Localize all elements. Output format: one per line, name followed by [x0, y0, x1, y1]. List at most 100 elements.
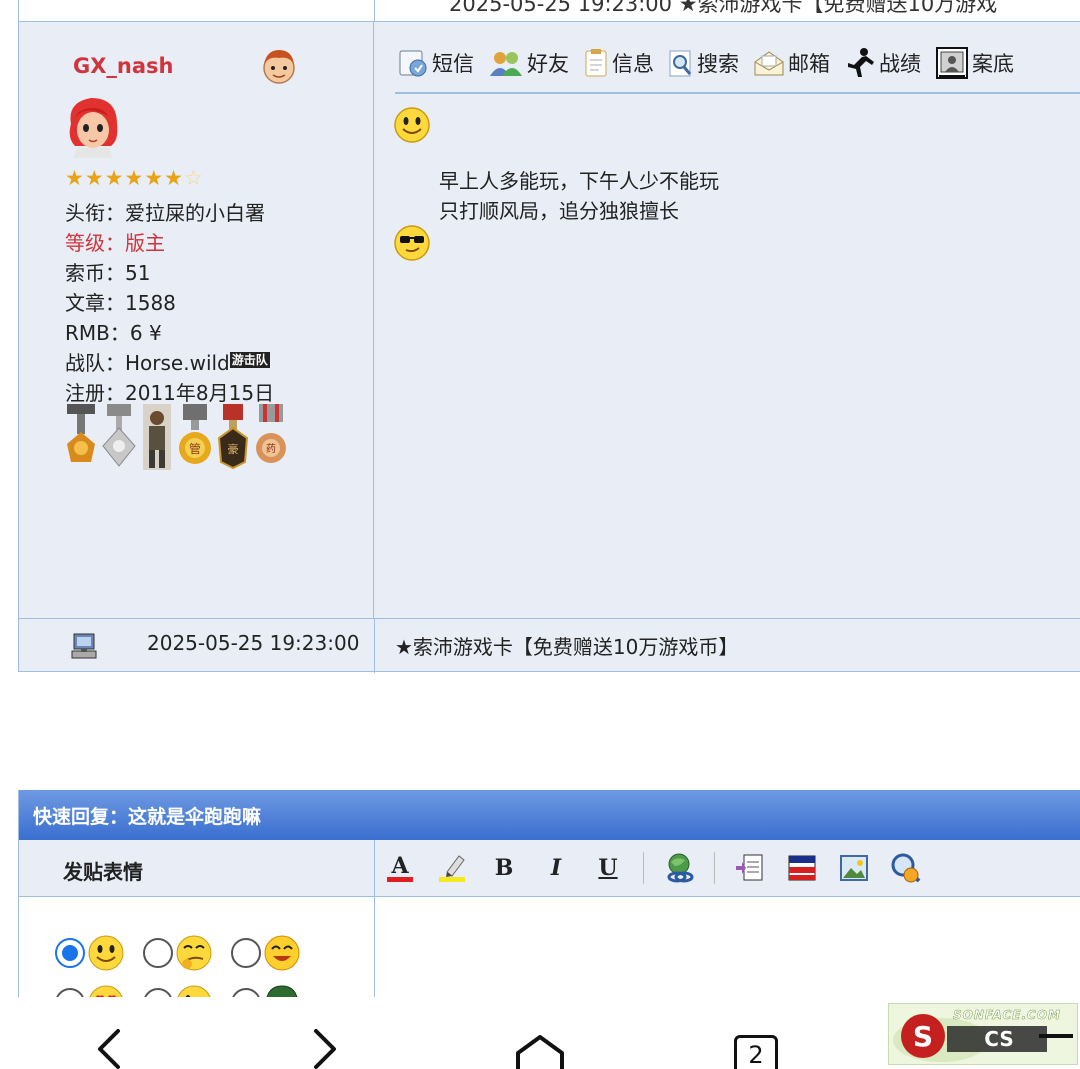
back-arrow-icon[interactable]: [94, 1027, 124, 1069]
svg-text:管: 管: [189, 441, 201, 456]
author-team-row: 战队：Horse.wild 游击队: [65, 348, 274, 378]
emoji-radio-selected[interactable]: [55, 938, 85, 968]
font-color-icon: A: [387, 853, 413, 882]
medal-icon: [143, 404, 171, 470]
mail-icon: [754, 51, 784, 76]
toolbar-record-label: 案底: [972, 52, 1014, 76]
italic-button[interactable]: I: [539, 850, 573, 886]
post-content-panel: 短信 好友 信息 搜索 邮箱 战绩 案底 早上人多能玩，下午人少不能玩 只打顺风…: [375, 22, 1080, 618]
thinking-emoji-icon: [176, 935, 212, 971]
title-label: 头衔：: [65, 201, 125, 225]
title-value: 爱拉屎的小白署: [125, 201, 265, 225]
toolbar-search[interactable]: 搜索: [668, 48, 739, 78]
user-action-toolbar: 短信 好友 信息 搜索 邮箱 战绩 案底: [397, 46, 1014, 80]
user-avatar[interactable]: [63, 94, 123, 158]
toolbar-message-label: 短信: [432, 52, 474, 76]
quick-reply-title: 快速回复：这就是伞跑跑嘛: [33, 806, 262, 828]
insert-file-icon: [736, 854, 763, 881]
team-value[interactable]: Horse.wild: [125, 351, 230, 375]
emoji-row: [55, 928, 301, 978]
info-icon: [585, 49, 607, 77]
cool-emoji-icon: [394, 225, 430, 261]
toolbar-record[interactable]: 案底: [935, 46, 1014, 80]
author-rmb-row: RMB：6 ¥: [65, 318, 274, 348]
toolbar-info[interactable]: 信息: [583, 48, 654, 78]
empty-star-icon: ☆: [183, 166, 203, 190]
friends-icon: [490, 52, 522, 76]
emoji-radio[interactable]: [231, 938, 261, 968]
image-button[interactable]: [837, 850, 871, 886]
link-icon: [667, 853, 694, 883]
computer-icon: [71, 633, 97, 659]
articles-value: 1588: [125, 291, 176, 315]
svg-text:CS: CS: [984, 1027, 1013, 1051]
coins-label: 索币：: [65, 261, 125, 285]
rmb-label: RMB：: [65, 321, 130, 345]
author-coins-row: 索币：51: [65, 258, 274, 288]
team-badge: 游击队: [229, 352, 270, 368]
toolbar-info-label: 信息: [612, 52, 654, 76]
toolbar-friends[interactable]: 好友: [488, 48, 569, 78]
medal-icon: 管: [179, 404, 211, 464]
emoji-option[interactable]: [231, 934, 301, 972]
author-username[interactable]: GX_nash: [73, 54, 174, 78]
home-icon[interactable]: [514, 1033, 566, 1069]
registered-label: 注册：: [65, 381, 125, 405]
star-icon: ★: [164, 166, 183, 190]
tab-count-button[interactable]: 2: [734, 1035, 778, 1069]
user-search-icon: [891, 853, 921, 883]
post-line: 早上人多能玩，下午人少不能玩: [439, 169, 719, 193]
author-info: 头衔：爱拉屎的小白署 等级：版主 索币：51 文章：1588 RMB：6 ¥ 战…: [65, 198, 274, 408]
emoji-option[interactable]: [55, 934, 125, 972]
search-icon: [669, 50, 692, 77]
insert-file-button[interactable]: [733, 850, 767, 886]
rank-stars: ★ ★ ★ ★ ★ ★ ☆: [65, 166, 203, 190]
font-color-button[interactable]: A: [383, 850, 417, 886]
level-value: 版主: [125, 231, 165, 255]
post-footer: 2025-05-25 19:23:00 ★索沛游戏卡【免费赠送10万游戏币】: [19, 618, 1080, 673]
author-title-row: 头衔：爱拉屎的小白署: [65, 198, 274, 228]
level-label: 等级：: [65, 231, 125, 255]
star-icon: ★: [124, 166, 144, 190]
star-icon: ★: [84, 166, 104, 190]
toolbar-search-label: 搜索: [697, 52, 739, 76]
registered-value: 2011年8月15日: [125, 381, 275, 405]
forum-post: GX_nash ★ ★ ★ ★ ★ ★ ☆ 头衔：爱拉屎的小白署 等级：版主 索…: [18, 22, 1080, 673]
svg-text:A: A: [390, 853, 409, 879]
post-body: 早上人多能玩，下午人少不能玩 只打顺风局，追分独狼擅长: [439, 166, 719, 226]
articles-label: 文章：: [65, 291, 125, 315]
star-icon: ★: [144, 166, 164, 190]
team-label: 战队：: [65, 351, 125, 375]
toolbar-mail-label: 邮箱: [788, 52, 830, 76]
toolbar-separator: [714, 852, 715, 884]
flag-icon: [788, 855, 816, 881]
toolbar-stats[interactable]: 战绩: [844, 47, 921, 79]
svg-text:S: S: [913, 1020, 933, 1053]
svg-text:药: 药: [266, 443, 276, 455]
highlight-button[interactable]: [435, 850, 469, 886]
medal-icon: 豪: [217, 404, 249, 470]
smile-emoji-icon: [394, 107, 430, 143]
flag-button[interactable]: [785, 850, 819, 886]
forward-arrow-icon[interactable]: [310, 1027, 340, 1069]
bold-button[interactable]: B: [487, 850, 521, 886]
emoji-option[interactable]: [143, 934, 213, 972]
link-button[interactable]: [662, 850, 696, 886]
post-signature[interactable]: ★索沛游戏卡【免费赠送10万游戏币】: [395, 631, 738, 660]
toolbar-message[interactable]: 短信: [397, 48, 474, 78]
page: 2025-05-25 19:23:00 ★索沛游戏卡【免费赠送10万游戏 GX_…: [0, 0, 1080, 1069]
image-icon: [840, 855, 868, 881]
medal-icon: [67, 404, 95, 462]
user-search-button[interactable]: [889, 850, 923, 886]
post-line: 只打顺风局，追分独狼擅长: [439, 199, 679, 223]
author-level-row: 等级：版主: [65, 228, 274, 258]
editor-toolbar: A B I U: [383, 850, 923, 886]
previous-post-info: 2025-05-25 19:23:00 ★索沛游戏卡【免费赠送10万游戏: [449, 0, 998, 16]
stats-icon: [848, 48, 874, 77]
underline-button[interactable]: U: [591, 850, 625, 886]
column-divider: [374, 619, 375, 673]
medal-icon: [102, 404, 136, 467]
emoji-radio[interactable]: [143, 938, 173, 968]
toolbar-separator: [643, 852, 644, 884]
toolbar-mail[interactable]: 邮箱: [753, 48, 830, 78]
